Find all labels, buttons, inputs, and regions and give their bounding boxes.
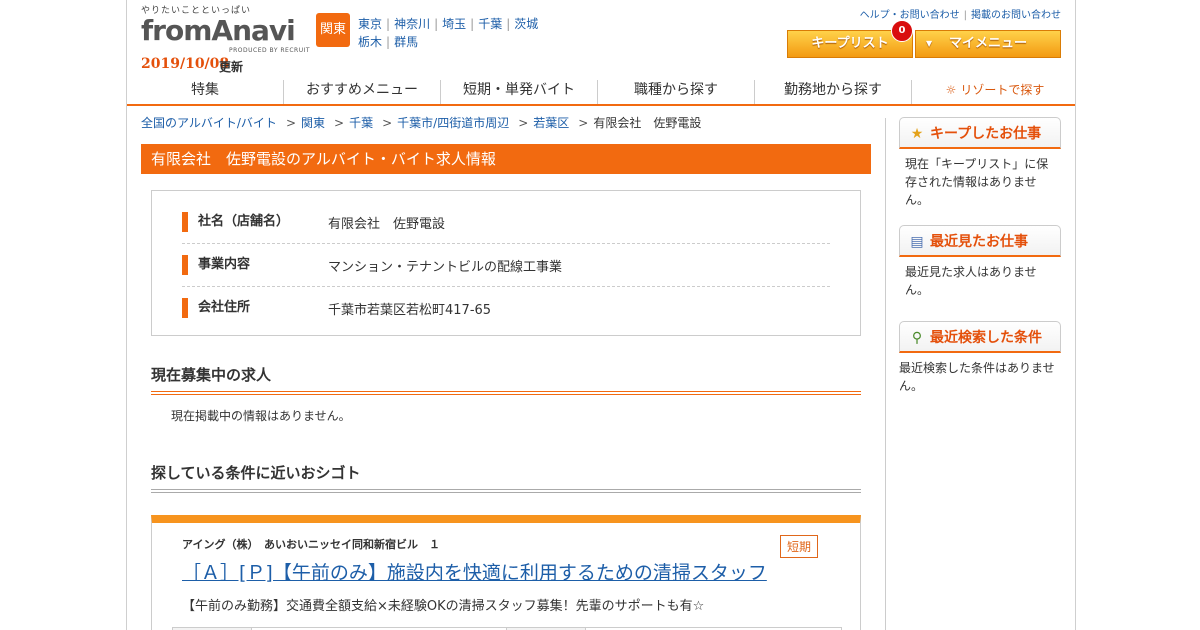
breadcrumb-arrow: > (285, 116, 296, 130)
header: やりたいことといっぱい fromAnavi PRODUCED BY RECRUI… (127, 0, 1075, 80)
breadcrumb-link[interactable]: 関東 (301, 116, 325, 130)
breadcrumb-link[interactable]: 千葉 (349, 116, 373, 130)
search-box: ⚲ 最近検索した条件 最近検索した条件はありません。 (899, 321, 1061, 395)
recent-box-body: 最近見た求人はありません。 (905, 265, 1037, 297)
breadcrumb: 全国のアルバイト/バイト > 関東 > 千葉 > 千葉市/四街道市周辺 > 若葉区 > 有限会社 佐… (141, 112, 871, 134)
region-badge[interactable]: 関東 (316, 13, 350, 47)
similar-jobs-heading: 探している条件に近いおシゴト (151, 462, 861, 493)
keep-box-heading[interactable]: ★ キープしたお仕事 (899, 117, 1061, 149)
region-link[interactable]: 神奈川 (394, 17, 430, 31)
separator: | (386, 35, 391, 49)
contact-link[interactable]: 掲載のお問い合わせ (971, 10, 1061, 21)
page: やりたいことといっぱい fromAnavi PRODUCED BY RECRUI… (126, 0, 1076, 630)
no-listing-text: 現在掲載中の情報はありません。 (171, 409, 351, 423)
nav-item-location[interactable]: 勤務地から探す (755, 80, 912, 104)
region-links: 東京 | 神奈川 | 埼玉 | 千葉 | 茨城 栃木 | 群馬 (358, 15, 558, 51)
global-nav: 特集 おすすめメニュー 短期・単発バイト 職種から探す 勤務地から探す ☼ リゾー… (127, 80, 1075, 106)
search-box-body: 最近検索した条件はありません。 (899, 361, 1055, 393)
breadcrumb-arrow: > (518, 116, 529, 130)
job-title-link[interactable]: ［Ａ］[Ｐ]【午前のみ】施設内を快適に利用するための清掃スタッフ (182, 558, 830, 585)
job-card[interactable]: アイング（株） あいおいニッセイ同和新宿ビル １ 短期 ［Ａ］[Ｐ]【午前のみ】… (151, 515, 861, 630)
resort-label: リゾートで探す (960, 83, 1045, 97)
produced-by: PRODUCED BY RECRUIT (229, 47, 311, 54)
nav-item-feature[interactable]: 特集 (127, 80, 284, 104)
star-icon: ★ (910, 126, 924, 142)
info-label: 事業内容 (182, 255, 328, 275)
info-value: マンション・テナントビルの配線工事業 (328, 259, 563, 275)
keep-box-title: キープしたお仕事 (930, 126, 1042, 142)
keep-box: ★ キープしたお仕事 現在「キープリスト」に保存された情報はありません。 (899, 117, 1061, 209)
separator: | (434, 17, 439, 31)
sidebar-divider (885, 118, 886, 630)
region-row-2: 栃木 | 群馬 (358, 33, 558, 51)
current-jobs-heading: 現在募集中の求人 (151, 364, 861, 395)
region-link[interactable]: 群馬 (394, 35, 418, 49)
separator: | (506, 17, 511, 31)
main-content: 全国のアルバイト/バイト > 関東 > 千葉 > 千葉市/四街道市周辺 > 若葉区 > 有限会社 佐… (141, 112, 871, 630)
breadcrumb-arrow: > (334, 116, 345, 130)
my-menu-button[interactable]: ▼ マイメニュー (915, 30, 1061, 58)
job-description: 【午前のみ勤務】交通費全額支給×未経験OKの清掃スタッフ募集！先輩のサポートも有… (182, 599, 705, 614)
nav-item-resort[interactable]: ☼ リゾートで探す (912, 80, 1075, 104)
nav-item-job-type[interactable]: 職種から探す (598, 80, 755, 104)
info-row: 会社住所 千葉市若葉区若松町417-65 (182, 287, 830, 329)
breadcrumb-link[interactable]: 若葉区 (533, 116, 569, 130)
recent-box-title: 最近見たお仕事 (930, 234, 1028, 250)
recent-box: ▤ 最近見たお仕事 最近見た求人はありません。 (899, 225, 1061, 299)
info-row: 事業内容 マンション・テナントビルの配線工事業 (182, 244, 830, 287)
search-box-heading[interactable]: ⚲ 最近検索した条件 (899, 321, 1061, 353)
job-tag: 短期 (779, 535, 818, 558)
logo-text-a: A (211, 14, 233, 47)
region-link[interactable]: 東京 (358, 17, 382, 31)
company-info: 社名（店舗名） 有限会社 佐野電設 事業内容 マンション・テナントビルの配線工事… (151, 190, 861, 336)
keep-count-badge: 0 (891, 20, 913, 42)
region-link[interactable]: 栃木 (358, 35, 382, 49)
breadcrumb-link[interactable]: 千葉市/四街道市周辺 (397, 116, 509, 130)
page-title: 有限会社 佐野電設のアルバイト・バイト求人情報 (141, 144, 871, 174)
update-suffix: 更新 (219, 60, 244, 74)
separator: | (963, 10, 967, 21)
help-links: ヘルプ・お問い合わせ | 掲載のお問い合わせ (860, 6, 1061, 21)
info-label: 会社住所 (182, 298, 328, 318)
breadcrumb-current: 有限会社 佐野電設 (593, 116, 702, 130)
help-link[interactable]: ヘルプ・お問い合わせ (860, 10, 960, 21)
magnifier-icon: ⚲ (911, 330, 923, 346)
sidebar: ★ キープしたお仕事 現在「キープリスト」に保存された情報はありません。 ▤ 最近見… (899, 117, 1061, 395)
separator: | (470, 17, 475, 31)
triangle-icon: ▼ (926, 39, 933, 48)
nav-item-short-term[interactable]: 短期・単発バイト (441, 80, 598, 104)
update-date: 2019/10/08 (141, 56, 230, 72)
region-row-1: 東京 | 神奈川 | 埼玉 | 千葉 | 茨城 (358, 15, 558, 33)
breadcrumb-arrow: > (382, 116, 393, 130)
region-link[interactable]: 千葉 (478, 17, 502, 31)
search-box-title: 最近検索した条件 (930, 330, 1042, 346)
region-link[interactable]: 埼玉 (442, 17, 466, 31)
breadcrumb-link[interactable]: 全国のアルバイト/バイト (141, 116, 277, 130)
my-menu-label: マイメニュー (948, 36, 1027, 51)
recent-box-heading[interactable]: ▤ 最近見たお仕事 (899, 225, 1061, 257)
info-value: 有限会社 佐野電設 (328, 216, 446, 232)
info-label: 社名（店舗名） (182, 212, 328, 232)
keep-box-body: 現在「キープリスト」に保存された情報はありません。 (905, 157, 1049, 207)
logo-text-post: navi (232, 14, 296, 47)
info-row: 社名（店舗名） 有限会社 佐野電設 (182, 201, 830, 244)
nav-item-recommend[interactable]: おすすめメニュー (284, 80, 441, 104)
resort-icon: ☼ (945, 83, 957, 97)
info-value: 千葉市若葉区若松町417-65 (328, 302, 492, 318)
document-icon: ▤ (910, 234, 924, 250)
breadcrumb-arrow: > (578, 116, 589, 130)
site-logo[interactable]: fromAnavi (141, 14, 296, 47)
job-company: アイング（株） あいおいニッセイ同和新宿ビル １ (182, 538, 440, 551)
logo-text-pre: from (141, 14, 212, 47)
separator: | (386, 17, 391, 31)
region-link[interactable]: 茨城 (514, 17, 538, 31)
